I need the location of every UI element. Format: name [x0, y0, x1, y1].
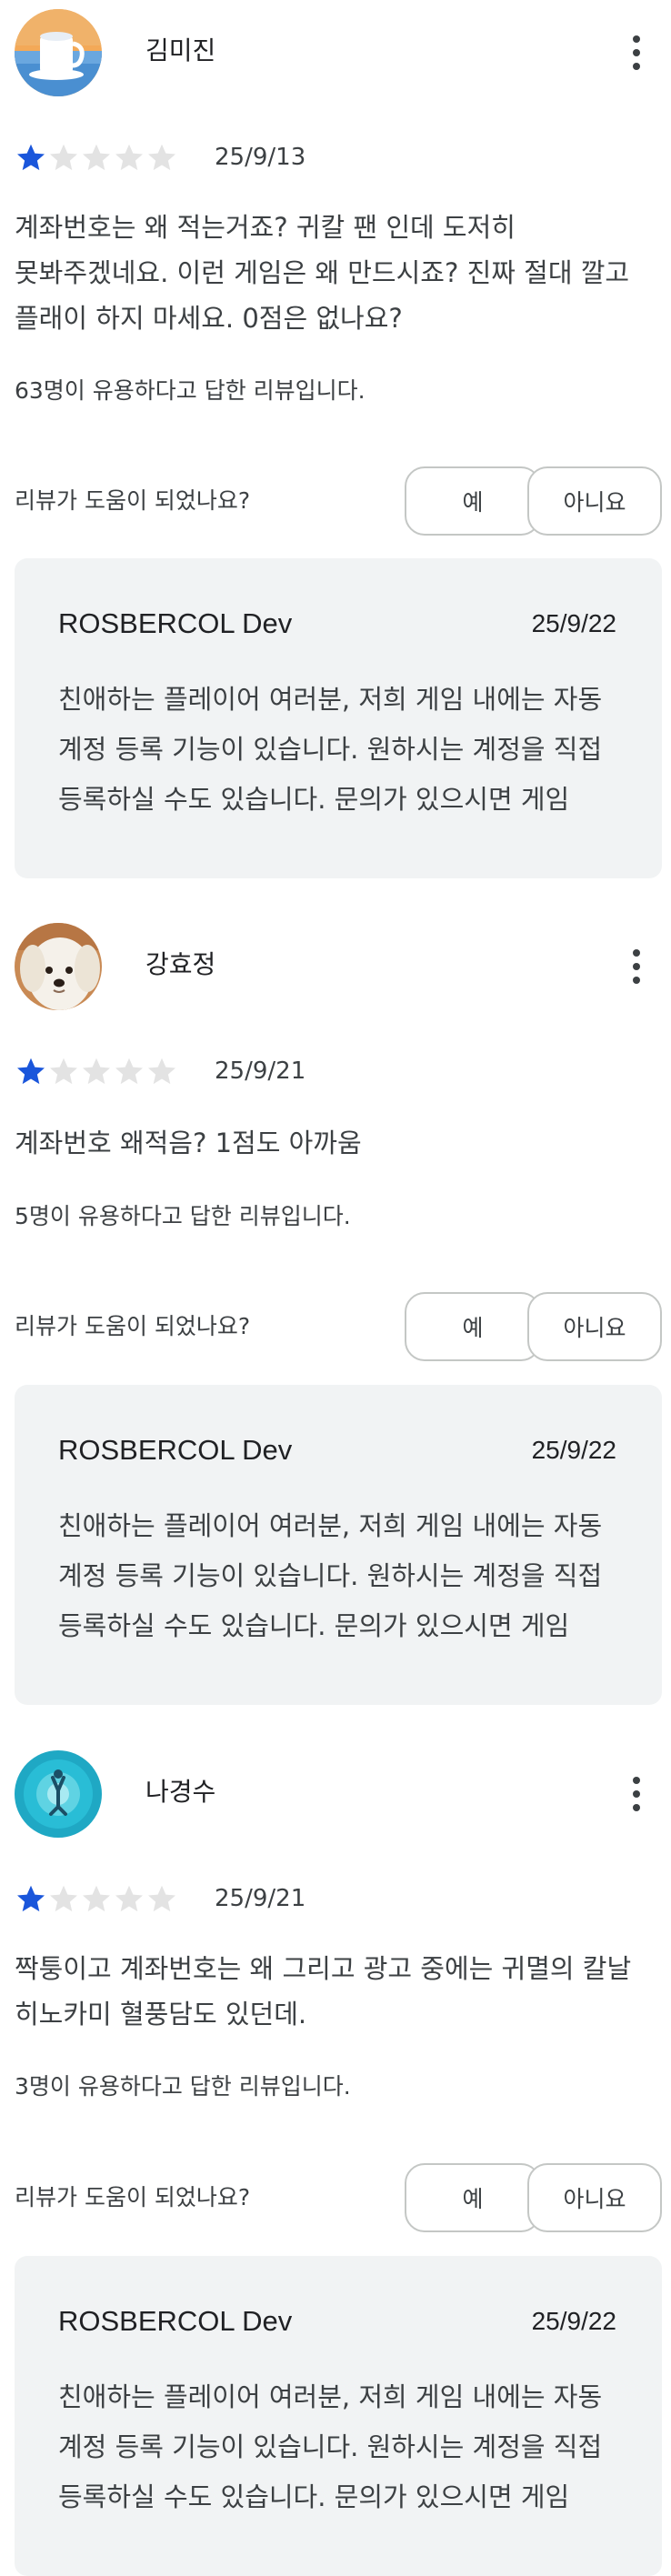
yes-button[interactable]: 예 [405, 1292, 541, 1361]
reply-date: 25/9/22 [531, 2307, 616, 2335]
reply-text: 친애하는 플레이어 여러분, 저희 게임 내에는 자동 계정 등록 기능이 있습… [58, 2372, 631, 2522]
helpful-question: 리뷰가 도움이 되었나요? [15, 2184, 251, 2210]
star-empty-icon [145, 1055, 178, 1088]
review-date: 25/9/13 [215, 144, 306, 171]
developer-name: ROSBERCOL Dev [58, 607, 293, 639]
review-text: 계좌번호는 왜 적는거죠? 귀칼 팬 인데 도저히 못봐주겠네요. 이런 게임은… [15, 205, 656, 341]
reply-text: 친애하는 플레이어 여러분, 저희 게임 내에는 자동 계정 등록 기능이 있습… [58, 1501, 631, 1651]
star-empty-icon [80, 1882, 113, 1915]
underwater-swimmer-avatar-icon [15, 1750, 102, 1838]
puppy-avatar-icon [15, 923, 102, 1010]
review-text-line: 플래이 하지 마세요. 0점은 없나요? [15, 303, 403, 334]
star-rating [15, 141, 178, 174]
review-text-line: 계좌번호는 왜 적는거죠? 귀칼 팬 인데 도저히 [15, 212, 516, 243]
more-options-icon[interactable] [618, 1767, 655, 1821]
star-filled-icon [15, 1055, 47, 1088]
yes-button[interactable]: 예 [405, 2163, 541, 2232]
helpful-question: 리뷰가 도움이 되었나요? [15, 487, 251, 514]
reply-text-line: 친애하는 플레이어 여러분, 저희 게임 내에는 자동 [58, 684, 603, 715]
star-rating [15, 1055, 178, 1088]
star-empty-icon [113, 141, 145, 174]
developer-reply: ROSBERCOL Dev 25/9/22 친애하는 플레이어 여러분, 저희 … [15, 2256, 662, 2576]
review-text: 계좌번호 왜적음? 1점도 아까움 [15, 1120, 656, 1166]
review-date: 25/9/21 [215, 1057, 306, 1085]
avatar [15, 9, 102, 96]
avatar [15, 1750, 102, 1838]
star-empty-icon [145, 1882, 178, 1915]
reply-text-line: 친애하는 플레이어 여러분, 저희 게임 내에는 자동 [58, 2381, 603, 2412]
developer-name: ROSBERCOL Dev [58, 2305, 293, 2337]
no-button[interactable]: 아니요 [527, 1292, 662, 1361]
star-filled-icon [15, 141, 47, 174]
review-date: 25/9/21 [215, 1885, 306, 1912]
reply-text: 친애하는 플레이어 여러분, 저희 게임 내에는 자동 계정 등록 기능이 있습… [58, 675, 631, 825]
developer-name: ROSBERCOL Dev [58, 1434, 293, 1466]
no-button[interactable]: 아니요 [527, 466, 662, 536]
avatar [15, 923, 102, 1010]
reply-text-line: 친애하는 플레이어 여러분, 저희 게임 내에는 자동 [58, 1510, 603, 1541]
star-rating [15, 1882, 178, 1915]
reviewer-name: 김미진 [145, 35, 216, 65]
star-empty-icon [47, 141, 80, 174]
no-button[interactable]: 아니요 [527, 2163, 662, 2232]
review-text: 짝퉁이고 계좌번호는 왜 그리고 광고 중에는 귀멸의 칼날 히노카미 혈풍담도… [15, 1946, 656, 2037]
reply-text-line: 계정 등록 기능이 있습니다. 원하시는 계정을 직접 [58, 734, 603, 765]
reviewer-name: 강효정 [145, 949, 216, 979]
star-empty-icon [80, 141, 113, 174]
reply-text-line: 계정 등록 기능이 있습니다. 원하시는 계정을 직접 [58, 1560, 603, 1591]
yes-button[interactable]: 예 [405, 466, 541, 536]
reply-date: 25/9/22 [531, 1436, 616, 1464]
star-empty-icon [113, 1882, 145, 1915]
reply-text-line: 등록하실 수도 있습니다. 문의가 있으시면 게임 [58, 784, 570, 815]
helpful-count: 63명이 유용하다고 답한 리뷰입니다. [15, 377, 366, 404]
reply-text-line: 계정 등록 기능이 있습니다. 원하시는 계정을 직접 [58, 2431, 603, 2462]
review-text-line: 히노카미 혈풍담도 있던데. [15, 1999, 307, 2030]
reply-text-line: 등록하실 수도 있습니다. 문의가 있으시면 게임 [58, 1610, 570, 1641]
reviewer-name: 나경수 [145, 1777, 216, 1807]
star-empty-icon [47, 1882, 80, 1915]
more-options-icon[interactable] [618, 25, 655, 80]
star-empty-icon [145, 141, 178, 174]
star-empty-icon [47, 1055, 80, 1088]
developer-reply: ROSBERCOL Dev 25/9/22 친애하는 플레이어 여러분, 저희 … [15, 558, 662, 878]
review-text-line: 못봐주겠네요. 이런 게임은 왜 만드시죠? 진짜 절대 깔고 [15, 257, 630, 288]
reply-text-line: 등록하실 수도 있습니다. 문의가 있으시면 게임 [58, 2481, 570, 2512]
star-empty-icon [113, 1055, 145, 1088]
helpful-count: 3명이 유용하다고 답한 리뷰입니다. [15, 2073, 351, 2100]
review-text-line: 짝퉁이고 계좌번호는 왜 그리고 광고 중에는 귀멸의 칼날 [15, 1953, 632, 1984]
reply-date: 25/9/22 [531, 609, 616, 637]
more-options-icon[interactable] [618, 939, 655, 994]
helpful-question: 리뷰가 도움이 되었나요? [15, 1313, 251, 1339]
coffee-cup-avatar-icon [15, 9, 102, 96]
star-filled-icon [15, 1882, 47, 1915]
star-empty-icon [80, 1055, 113, 1088]
review-text-line: 계좌번호 왜적음? 1점도 아까움 [15, 1128, 362, 1158]
developer-reply: ROSBERCOL Dev 25/9/22 친애하는 플레이어 여러분, 저희 … [15, 1385, 662, 1705]
helpful-count: 5명이 유용하다고 답한 리뷰입니다. [15, 1203, 351, 1229]
